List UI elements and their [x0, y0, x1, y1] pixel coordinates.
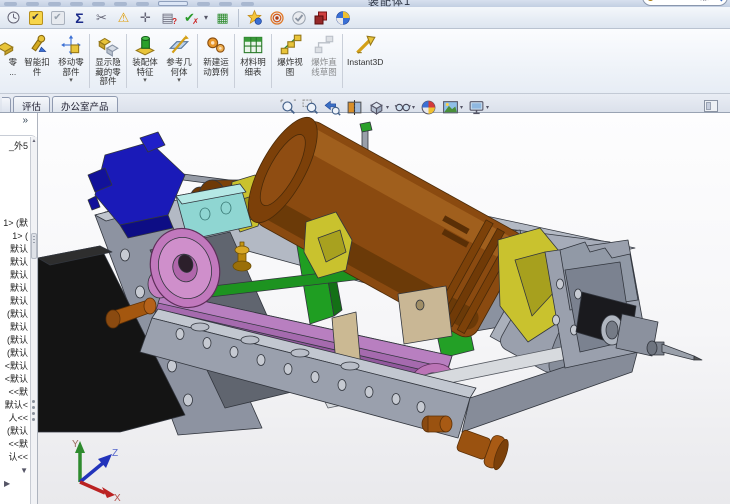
- tab-partial[interactable]: [2, 97, 11, 112]
- instant3d-icon: [353, 32, 377, 58]
- checkbox-icon[interactable]: ✔: [48, 9, 67, 27]
- exploded-view-icon: [278, 32, 302, 58]
- tab-evaluate[interactable]: 评估: [13, 96, 51, 113]
- rebuild-question-icon[interactable]: ▤?: [158, 9, 177, 27]
- standard-toolbar-clipped: 装配体1 SolidWorks 帮助: [0, 0, 730, 7]
- toolbar-icon-slivers: [4, 1, 254, 6]
- assembly-model[interactable]: Y Z X: [38, 113, 730, 504]
- scroll-up-icon[interactable]: ▲: [31, 138, 37, 144]
- reference-geometry-icon: [167, 32, 191, 58]
- expand-panel-chevron[interactable]: »: [22, 115, 28, 126]
- search-assistant-icon: [647, 0, 654, 1]
- rings-icon[interactable]: [267, 9, 286, 27]
- triad-x-label: X: [114, 493, 121, 504]
- cmd-insert-component[interactable]: 零 ...: [0, 30, 20, 92]
- panel-splitter-handle[interactable]: [32, 397, 36, 424]
- section-view-icon[interactable]: [346, 99, 363, 116]
- cmd-separator: [271, 34, 272, 88]
- edit-appearance-icon[interactable]: [420, 99, 437, 116]
- cmd-smart-fasteners[interactable]: 智能扣 件: [20, 30, 54, 92]
- view-settings-icon[interactable]: ▾: [468, 99, 489, 116]
- new-motion-study-icon: [204, 32, 228, 58]
- cmd-separator: [89, 34, 90, 88]
- smart-fasteners-icon: [25, 32, 49, 58]
- solidworks-window: 装配体1 SolidWorks 帮助 ✔ ✔ Σ ✂ ⚠ ✛ ▤? ✔✗ ▾ ▦: [0, 0, 730, 504]
- tab-office-products[interactable]: 办公室产品: [52, 96, 118, 113]
- cmd-separator: [234, 34, 235, 88]
- scrollbar-grip[interactable]: [31, 233, 37, 259]
- graphics-viewport[interactable]: Y Z X: [38, 113, 730, 504]
- blocks-icon[interactable]: [311, 9, 330, 27]
- tree-scrollbar[interactable]: ▲: [30, 137, 37, 504]
- triad-y-label: Y: [72, 439, 79, 450]
- tan-block[interactable]: [397, 285, 453, 345]
- cmd-new-motion-study[interactable]: 新建运 动算例: [199, 30, 233, 92]
- cmd-exploded-view[interactable]: 爆炸视 图: [273, 30, 307, 92]
- move-component-icon: [59, 32, 83, 58]
- cmd-explode-line-sketch[interactable]: 爆炸直 线草图: [307, 30, 341, 92]
- symmetry-icon[interactable]: ✛: [136, 9, 155, 27]
- approve-circle-icon[interactable]: [289, 9, 308, 27]
- cmd-assembly-features[interactable]: 装配体 特征 ▾: [128, 30, 162, 92]
- apply-scene-icon[interactable]: ▾: [442, 99, 463, 116]
- cmd-show-hidden-components[interactable]: 显示隐 藏的零 部件: [91, 30, 125, 92]
- magnifier-icon[interactable]: [713, 0, 723, 2]
- explode-line-sketch-icon: [312, 32, 336, 58]
- triad-z-label: Z: [112, 448, 118, 459]
- zoom-area-icon[interactable]: [302, 99, 319, 116]
- cmd-move-component[interactable]: 移动零 部件 ▾: [54, 30, 88, 92]
- schedule-icon[interactable]: [4, 9, 23, 27]
- command-manager: 零 ... 智能扣 件 移动零 部件 ▾ 显示隐 藏的零 部件 装配体 特征 ▾…: [0, 29, 730, 94]
- equations-icon[interactable]: Σ: [70, 9, 89, 27]
- cmd-reference-geometry[interactable]: 参考几 何体 ▾: [162, 30, 196, 92]
- display-style-icon[interactable]: ▾: [394, 99, 415, 116]
- orientation-triad: Y Z X: [72, 439, 121, 504]
- globe-sphere-icon[interactable]: [333, 9, 352, 27]
- interference-icon[interactable]: ✂: [92, 9, 111, 27]
- preview-star-icon[interactable]: [245, 9, 264, 27]
- featuremanager-panel[interactable]: » _外5 1> (默 1> ( 默认 默认 默认 默认 默认 (默认 默认 (…: [0, 113, 38, 504]
- cmd-separator: [342, 34, 343, 88]
- cmd-bill-of-materials[interactable]: 材料明 细表: [236, 30, 270, 92]
- insert-component-icon: [0, 32, 17, 58]
- bill-of-materials-icon: [241, 32, 265, 58]
- zoom-fit-icon[interactable]: [280, 99, 297, 116]
- search-input[interactable]: SolidWorks 帮助: [642, 0, 728, 6]
- tool-bit[interactable]: [661, 343, 695, 361]
- toolbar-separator: [238, 8, 239, 27]
- cmd-instant3d[interactable]: Instant3D: [344, 30, 386, 92]
- view-orientation-icon[interactable]: ▾: [368, 99, 389, 116]
- design-table-icon[interactable]: ▦: [213, 9, 232, 27]
- search-text: SolidWorks 帮助: [657, 0, 710, 3]
- check-error-icon[interactable]: ✔ ✗: [180, 9, 199, 27]
- verify-box-icon[interactable]: ✔: [26, 9, 45, 27]
- tools-toolbar: ✔ ✔ Σ ✂ ⚠ ✛ ▤? ✔ ✗ ▾ ▦: [0, 7, 730, 29]
- previous-view-icon[interactable]: [324, 99, 341, 116]
- show-hidden-components-icon: [96, 32, 120, 58]
- cmd-separator: [197, 34, 198, 88]
- document-title: 装配体1: [368, 0, 412, 7]
- alert-icon[interactable]: ⚠: [114, 9, 133, 27]
- cmd-separator: [126, 34, 127, 88]
- dropdown-arrow[interactable]: ▾: [202, 9, 210, 27]
- pane-display-icon[interactable]: [704, 100, 718, 112]
- assembly-features-icon: [133, 32, 157, 58]
- heads-up-toolbar: ▾ ▾ ▾ ▾: [280, 99, 489, 116]
- workspace: » _外5 1> (默 1> ( 默认 默认 默认 默认 默认 (默认 默认 (…: [0, 113, 730, 504]
